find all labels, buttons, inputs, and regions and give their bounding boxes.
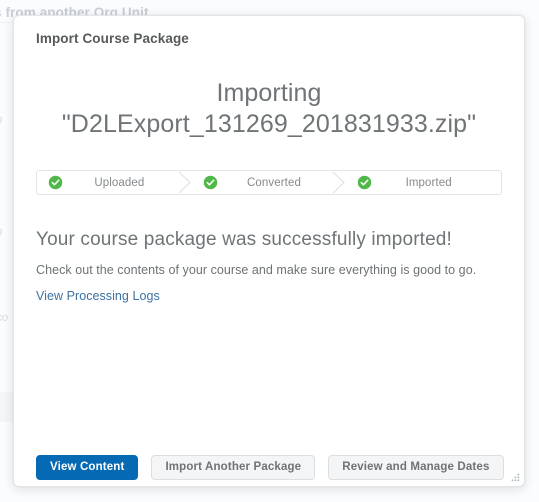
dialog-header: Import Course Package [14, 16, 524, 60]
dialog-footer: View Content Import Another Package Revi… [14, 448, 524, 486]
backdrop-fragment: p [0, 114, 2, 126]
result-description: Check out the contents of your course an… [36, 263, 477, 277]
resize-grip-icon[interactable] [508, 470, 521, 483]
import-result: Your course package was successfully imp… [36, 229, 502, 305]
import-progress-steps: Uploaded Converted Imported [36, 170, 502, 195]
view-processing-logs-link[interactable]: View Processing Logs [36, 289, 160, 303]
backdrop-fragment: co [0, 312, 9, 324]
progress-step-converted: Converted [192, 171, 347, 194]
progress-step-imported: Imported [346, 171, 501, 194]
view-content-button[interactable]: View Content [36, 454, 139, 480]
dialog-body: Importing "D2LExport_131269_201831933.zi… [14, 78, 524, 468]
check-circle-icon [358, 175, 372, 190]
chevron-right-icon [178, 171, 192, 194]
progress-step-uploaded: Uploaded [37, 171, 192, 194]
check-circle-icon [203, 175, 217, 190]
backdrop-fragment: p [0, 226, 2, 238]
progress-step-label: Imported [405, 176, 452, 189]
chevron-right-icon [332, 171, 346, 194]
result-title: Your course package was successfully imp… [36, 229, 452, 250]
import-another-package-button[interactable]: Import Another Package [151, 454, 316, 480]
import-status-label: Importing [216, 79, 322, 107]
check-circle-icon [48, 175, 63, 190]
dialog-title: Import Course Package [36, 30, 189, 46]
import-heading: Importing "D2LExport_131269_201831933.zi… [36, 78, 502, 140]
review-and-manage-dates-button[interactable]: Review and Manage Dates [328, 454, 504, 480]
progress-step-label: Converted [247, 176, 301, 189]
progress-step-label: Uploaded [94, 176, 145, 189]
import-course-package-dialog: Import Course Package Importing "D2LExpo… [13, 15, 525, 487]
package-file-name: "D2LExport_131269_201831933.zip" [61, 110, 477, 138]
backdrop-fragment: es? [0, 284, 1, 296]
